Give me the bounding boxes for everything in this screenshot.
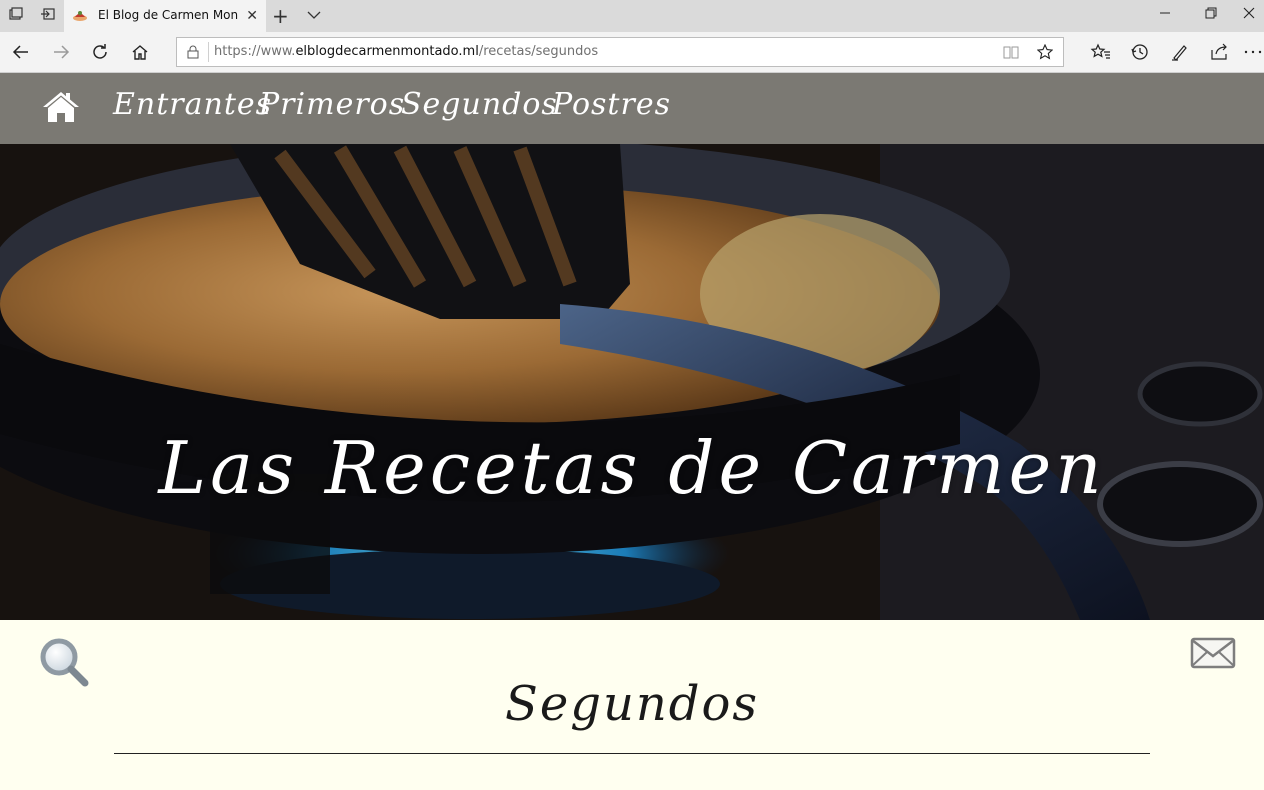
tab-close-icon[interactable]: ✕: [246, 6, 258, 26]
set-tabs-aside-icon[interactable]: [38, 6, 58, 26]
url-path: /recetas/segundos: [478, 44, 599, 59]
browser-tab-active[interactable]: El Blog de Carmen Mon ✕: [64, 0, 266, 32]
section-divider: [114, 753, 1150, 754]
nav-item-postres[interactable]: Postres: [552, 87, 671, 122]
nav-item-primeros[interactable]: Primeros: [259, 87, 405, 122]
site-favicon-icon: [73, 11, 87, 21]
tab-actions-icon[interactable]: [6, 6, 26, 26]
close-window-icon[interactable]: [1234, 0, 1264, 32]
nav-item-entrantes[interactable]: Entrantes: [113, 87, 272, 122]
browser-nav-bar: https://www.elblogdecarmenmontado.ml/rec…: [0, 32, 1264, 73]
minimize-icon[interactable]: [1142, 0, 1188, 32]
reading-view-icon[interactable]: [1003, 45, 1019, 59]
content-area: Segundos: [0, 620, 1264, 790]
pen-notes-icon[interactable]: [1169, 41, 1191, 63]
lock-icon: [187, 45, 199, 59]
browser-tab-bar: El Blog de Carmen Mon ✕ +: [0, 0, 1264, 32]
hero-banner: Las Recetas de Carmen: [0, 144, 1264, 620]
hero-title: Las Recetas de Carmen: [158, 426, 1106, 510]
section-title: Segundos: [504, 676, 760, 732]
home-button-icon[interactable]: [129, 41, 151, 63]
history-icon[interactable]: [1129, 41, 1151, 63]
share-icon[interactable]: [1208, 41, 1230, 63]
tab-title: El Blog de Carmen Mon: [98, 8, 238, 22]
site-nav-bar: Entrantes Primeros Segundos Postres: [0, 73, 1264, 144]
favorites-hub-icon[interactable]: [1090, 41, 1112, 63]
url-prefix: https://www.: [214, 44, 296, 59]
favorite-star-icon[interactable]: [1037, 44, 1053, 60]
home-icon[interactable]: [41, 90, 81, 124]
new-tab-icon[interactable]: +: [272, 5, 289, 27]
hero-omelette-pan-image: [0, 144, 1264, 620]
forward-arrow-icon[interactable]: [50, 41, 72, 63]
nav-item-segundos[interactable]: Segundos: [401, 87, 558, 122]
refresh-icon[interactable]: [89, 41, 111, 63]
mail-icon[interactable]: [1190, 637, 1236, 669]
url-domain: elblogdecarmenmontado.ml: [295, 44, 479, 59]
address-bar[interactable]: https://www.elblogdecarmenmontado.ml/rec…: [176, 37, 1064, 67]
back-arrow-icon[interactable]: [10, 41, 32, 63]
more-dots-icon[interactable]: [1242, 41, 1264, 63]
address-url[interactable]: https://www.elblogdecarmenmontado.ml/rec…: [214, 44, 598, 59]
tab-preview-chevron-icon[interactable]: [306, 7, 322, 27]
address-separator: [208, 42, 209, 62]
restore-icon[interactable]: [1188, 0, 1234, 32]
